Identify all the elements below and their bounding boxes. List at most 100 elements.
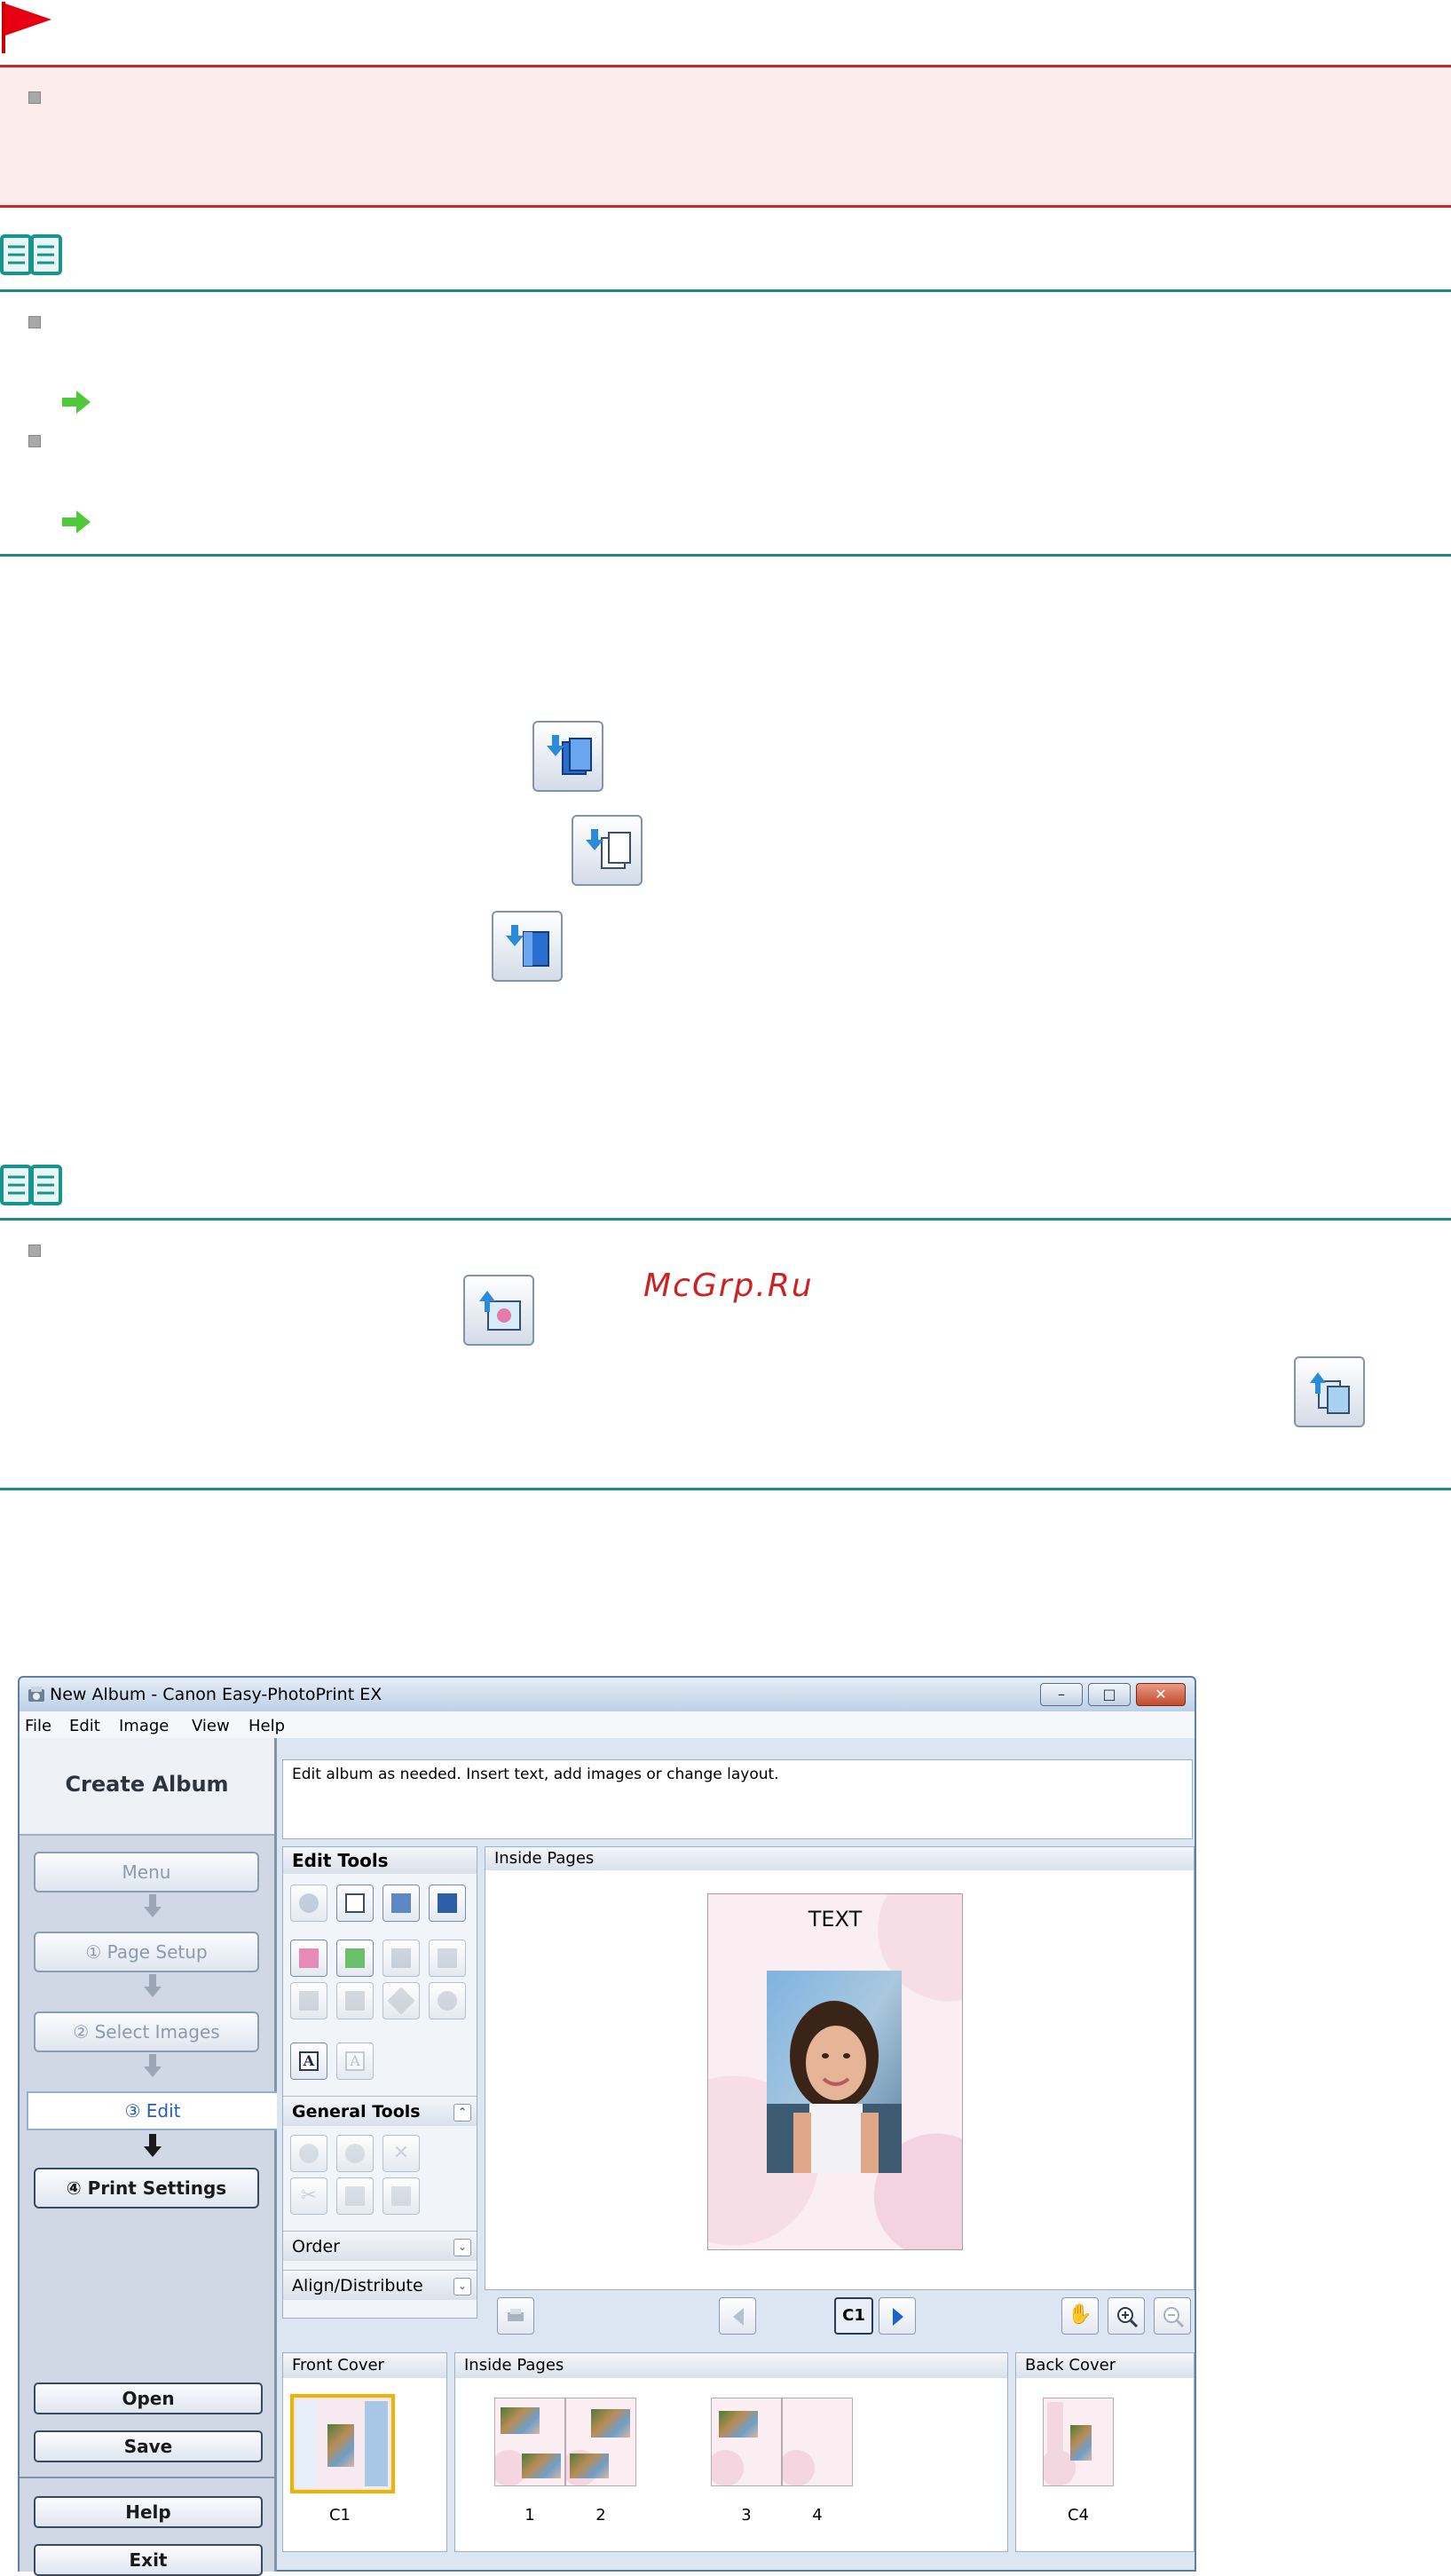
- export-pages-button[interactable]: [1294, 1356, 1365, 1427]
- align-label: Align/Distribute: [292, 2276, 423, 2295]
- inside-page-1[interactable]: [494, 2398, 565, 2486]
- front-cover-strip: Front Cover C1: [282, 2352, 447, 2552]
- effects-button[interactable]: [429, 1982, 466, 2019]
- print-preview-button[interactable]: [497, 2297, 534, 2335]
- maximize-button[interactable]: □: [1088, 1683, 1131, 1706]
- exit-button[interactable]: Exit: [34, 2544, 263, 2576]
- edit-area-header: Inside Pages: [485, 1847, 1194, 1870]
- undo-button[interactable]: [290, 2135, 327, 2172]
- paste-button[interactable]: [382, 2177, 420, 2215]
- cut-icon: ✂: [300, 2185, 318, 2207]
- next-page-button[interactable]: [879, 2297, 916, 2335]
- album-page-preview[interactable]: TEXT: [707, 1893, 963, 2250]
- add-text-icon: A: [299, 2051, 319, 2071]
- import-blank-pages-icon: [586, 829, 631, 869]
- step-arrow-icon: [144, 2054, 162, 2077]
- add-image-button[interactable]: [290, 1940, 327, 1977]
- copy-layout-button[interactable]: [336, 1982, 374, 2019]
- help-button[interactable]: Help: [34, 2496, 263, 2528]
- page-text-box[interactable]: TEXT: [708, 1907, 962, 1932]
- copy-button[interactable]: [336, 2177, 374, 2215]
- menu-file[interactable]: File: [25, 1717, 51, 1735]
- replace-image-button[interactable]: [382, 1940, 420, 1977]
- cover-spine: [297, 2401, 317, 2486]
- print-preview-icon: [508, 2309, 524, 2321]
- copy-icon: [345, 2186, 365, 2206]
- select-images-button[interactable]: ② Select Images: [34, 2011, 259, 2052]
- page-number: 2: [595, 2506, 606, 2525]
- page-setup-button[interactable]: ① Page Setup: [34, 1932, 259, 1972]
- back-cover-thumb[interactable]: [1043, 2398, 1114, 2486]
- close-button[interactable]: ✕: [1136, 1683, 1186, 1706]
- title-bar: New Album - Canon Easy-PhotoPrint EX – □…: [20, 1678, 1195, 1711]
- align-distribute-section[interactable]: Align/Distribute ⌄: [283, 2270, 477, 2300]
- save-button[interactable]: Save: [34, 2430, 263, 2462]
- page-photo-thumb: [501, 2407, 540, 2434]
- undo-icon: [299, 2144, 319, 2163]
- add-text-button[interactable]: A: [290, 2043, 327, 2080]
- import-cover-button[interactable]: [492, 911, 563, 982]
- inside-page-3[interactable]: [711, 2398, 782, 2486]
- redo-button[interactable]: [336, 2135, 374, 2172]
- sidebar-divider: [20, 2477, 274, 2478]
- instruction-box: Edit album as needed. Insert text, add i…: [282, 1759, 1193, 1839]
- layout-tool-button[interactable]: [290, 1885, 327, 1922]
- inside-pages-header: Inside Pages: [455, 2353, 1007, 2378]
- step-arrow-icon: [144, 2134, 162, 2157]
- cut-button[interactable]: ✂: [290, 2177, 327, 2215]
- frame-tool-button[interactable]: [382, 1885, 420, 1922]
- bullet: [28, 316, 41, 328]
- export-image-button[interactable]: [463, 1275, 534, 1346]
- minimize-button[interactable]: –: [1040, 1683, 1083, 1706]
- menu-view[interactable]: View: [192, 1717, 230, 1735]
- edit-step-current[interactable]: ③ Edit: [27, 2091, 277, 2130]
- front-cover-thumb[interactable]: [290, 2394, 395, 2493]
- bullet: [28, 91, 41, 104]
- zoom-in-button[interactable]: [1108, 2297, 1145, 2335]
- export-image-icon: [479, 1291, 521, 1331]
- delete-icon: ✕: [392, 2142, 410, 2164]
- menu-button[interactable]: Menu: [34, 1852, 259, 1892]
- menu-help[interactable]: Help: [248, 1717, 285, 1735]
- link-arrow-icon[interactable]: [62, 510, 91, 533]
- import-pages-button[interactable]: [532, 721, 603, 792]
- page-number: 3: [741, 2506, 752, 2525]
- page-photo[interactable]: [767, 1971, 902, 2173]
- delete-button[interactable]: ✕: [382, 2135, 420, 2172]
- arrow-right-icon: [893, 2308, 903, 2326]
- effects-icon: [438, 1991, 457, 2011]
- back-cover-header: Back Cover: [1016, 2353, 1194, 2378]
- cover-photo-thumb: [1070, 2425, 1092, 2461]
- image-adjust-icon: [438, 1948, 457, 1968]
- divider: [0, 289, 1451, 292]
- edit-tools-header: Edit Tools: [283, 1847, 477, 1874]
- image-adjust-button[interactable]: [429, 1940, 466, 1977]
- import-blank-pages-button[interactable]: [572, 815, 643, 886]
- back-cover-strip: Back Cover C4: [1015, 2352, 1195, 2552]
- zoom-in-icon: [1117, 2307, 1139, 2328]
- pan-button[interactable]: ✋: [1061, 2297, 1099, 2335]
- move-button[interactable]: [382, 1982, 420, 2019]
- general-tools-label: General Tools: [292, 2102, 421, 2122]
- edit-text-button[interactable]: A: [336, 2043, 374, 2080]
- order-section[interactable]: Order ⌄: [283, 2231, 477, 2261]
- crop-button[interactable]: [290, 1982, 327, 2019]
- rotate-tool-button[interactable]: [336, 1885, 374, 1922]
- previous-page-button[interactable]: [719, 2297, 756, 2335]
- order-label: Order: [292, 2237, 340, 2256]
- inside-pages-strip: Inside Pages 1 2 3 4: [454, 2352, 1008, 2552]
- swap-image-button[interactable]: [336, 1940, 374, 1977]
- print-settings-button[interactable]: ④ Print Settings: [34, 2168, 259, 2209]
- background-tool-button[interactable]: [429, 1885, 466, 1922]
- sidebar-header: Create Album: [20, 1738, 274, 1836]
- open-button[interactable]: Open: [34, 2382, 263, 2414]
- general-tools-header[interactable]: General Tools ⌃: [283, 2096, 477, 2126]
- menu-image[interactable]: Image: [119, 1717, 169, 1735]
- inside-page-2[interactable]: [565, 2398, 636, 2486]
- menu-bar: File Edit Image View Help: [20, 1711, 1195, 1738]
- inside-page-4[interactable]: [782, 2398, 853, 2486]
- menu-edit[interactable]: Edit: [69, 1717, 100, 1735]
- link-arrow-icon[interactable]: [62, 391, 91, 414]
- step-arrow-icon: [144, 1894, 162, 1917]
- zoom-out-button[interactable]: [1154, 2297, 1191, 2335]
